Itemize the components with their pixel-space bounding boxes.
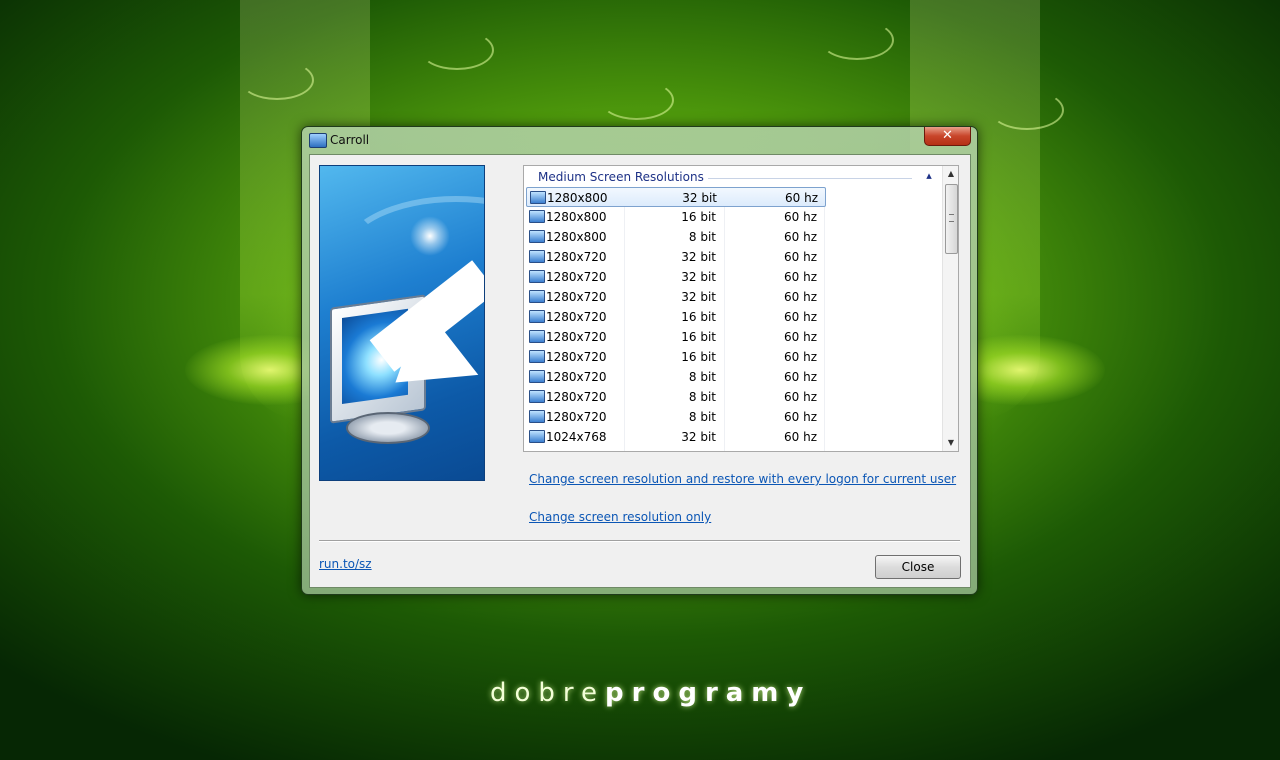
resolution-row[interactable]: 1280x720 16 bit 60 hz xyxy=(526,347,824,367)
resolution-row[interactable]: 1280x720 16 bit 60 hz xyxy=(526,327,824,347)
resolution-list[interactable]: Medium Screen Resolutions ▴ 1280x800 32 b… xyxy=(523,165,959,452)
resolution-value: 1280x720 xyxy=(546,290,607,304)
resolution-row[interactable]: 1280x800 32 bit 60 hz xyxy=(526,187,826,207)
group-header-line xyxy=(684,178,912,179)
color-depth-value: 16 bit xyxy=(681,210,716,224)
resolution-value: 1280x720 xyxy=(546,350,607,364)
window-close-button[interactable]: ✕ xyxy=(924,127,971,146)
resolution-row[interactable]: 1280x720 32 bit 60 hz xyxy=(526,287,824,307)
brand-logo-text: dobreprogramy xyxy=(490,678,803,712)
refresh-rate-value: 60 hz xyxy=(784,410,817,424)
refresh-rate-value: 60 hz xyxy=(784,250,817,264)
resolution-row[interactable]: 1280x720 8 bit 60 hz xyxy=(526,367,824,387)
resolution-row[interactable]: 1280x720 16 bit 60 hz xyxy=(526,307,824,327)
color-depth-value: 32 bit xyxy=(681,250,716,264)
color-depth-value: 32 bit xyxy=(681,290,716,304)
change-and-restore-link[interactable]: Change screen resolution and restore wit… xyxy=(529,472,956,486)
monitor-icon xyxy=(529,410,545,423)
refresh-rate-value: 60 hz xyxy=(784,210,817,224)
decor-swirl xyxy=(240,60,314,100)
refresh-rate-value: 60 hz xyxy=(784,290,817,304)
window-title: Carroll xyxy=(330,133,370,147)
decor-swirl xyxy=(990,90,1064,130)
resolution-value: 1280x720 xyxy=(546,310,607,324)
refresh-rate-value: 60 hz xyxy=(784,430,817,444)
monitor-icon xyxy=(529,290,545,303)
color-depth-value: 8 bit xyxy=(688,230,716,244)
resolution-value: 1280x720 xyxy=(546,410,607,424)
decor-swirl xyxy=(420,30,494,70)
refresh-rate-value: 60 hz xyxy=(784,330,817,344)
monitor-icon xyxy=(529,390,545,403)
refresh-rate-value: 60 hz xyxy=(784,350,817,364)
color-depth-value: 32 bit xyxy=(681,270,716,284)
resolution-row[interactable]: 1280x800 8 bit 60 hz xyxy=(526,227,824,247)
resolution-row[interactable]: 1280x720 8 bit 60 hz xyxy=(526,407,824,427)
refresh-rate-value: 60 hz xyxy=(785,191,818,205)
window-client-area: Medium Screen Resolutions ▴ 1280x800 32 b… xyxy=(309,154,971,588)
monitor-icon xyxy=(529,210,545,223)
website-link[interactable]: run.to/sz xyxy=(319,557,372,571)
monitor-icon xyxy=(529,270,545,283)
title-bar[interactable]: Carroll ✕ xyxy=(302,127,977,153)
resolution-row[interactable]: 1280x720 8 bit 60 hz xyxy=(526,387,824,407)
group-header[interactable]: Medium Screen Resolutions ▴ xyxy=(532,168,940,186)
monitor-icon xyxy=(529,350,545,363)
brand-light: dobre xyxy=(490,678,606,708)
resolution-value: 1280x800 xyxy=(546,210,607,224)
refresh-rate-value: 60 hz xyxy=(784,310,817,324)
scroll-down-arrow-icon[interactable]: ▼ xyxy=(943,435,958,451)
color-depth-value: 16 bit xyxy=(681,350,716,364)
resolution-value: 1280x720 xyxy=(546,330,607,344)
color-depth-value: 8 bit xyxy=(688,410,716,424)
monitor-icon xyxy=(529,330,545,343)
thumb-grip-icon xyxy=(949,214,954,222)
change-only-link[interactable]: Change screen resolution only xyxy=(529,510,711,524)
resolution-value: 1280x720 xyxy=(546,270,607,284)
decor-swirl xyxy=(600,80,674,120)
monitor-icon xyxy=(529,250,545,263)
app-window: Carroll ✕ Medium Screen Resolutions ▴ 12… xyxy=(301,126,978,595)
resolution-value: 1280x800 xyxy=(547,191,608,205)
resolution-value: 1280x720 xyxy=(546,370,607,384)
resolution-row[interactable]: 1024x768 32 bit 60 hz xyxy=(526,427,824,447)
footer-separator xyxy=(319,540,960,542)
scroll-thumb[interactable] xyxy=(945,184,958,254)
monitor-icon xyxy=(529,310,545,323)
color-depth-value: 8 bit xyxy=(688,390,716,404)
resolution-rows: 1280x800 32 bit 60 hz 1280x800 16 bit 60 hz 12… xyxy=(524,187,942,447)
color-depth-value: 32 bit xyxy=(681,430,716,444)
decor-swirl xyxy=(820,20,894,60)
close-button[interactable]: Close xyxy=(875,555,961,579)
scroll-up-arrow-icon[interactable]: ▲ xyxy=(943,166,958,182)
color-depth-value: 16 bit xyxy=(681,310,716,324)
refresh-rate-value: 60 hz xyxy=(784,270,817,284)
resolution-row[interactable]: 1280x720 32 bit 60 hz xyxy=(526,267,824,287)
brand-bold: programy xyxy=(605,678,812,708)
monitor-icon xyxy=(529,430,545,443)
color-depth-value: 8 bit xyxy=(688,370,716,384)
refresh-rate-value: 60 hz xyxy=(784,230,817,244)
monitor-icon xyxy=(530,191,546,204)
color-depth-value: 16 bit xyxy=(681,330,716,344)
resolution-value: 1280x720 xyxy=(546,390,607,404)
refresh-rate-value: 60 hz xyxy=(784,390,817,404)
resolution-row[interactable]: 1280x800 16 bit 60 hz xyxy=(526,207,824,227)
resolution-value: 1280x720 xyxy=(546,250,607,264)
resolution-value: 1024x768 xyxy=(546,430,607,444)
resolution-value: 1280x800 xyxy=(546,230,607,244)
group-header-label: Medium Screen Resolutions xyxy=(538,170,708,184)
monitor-icon xyxy=(529,230,545,243)
refresh-rate-value: 60 hz xyxy=(784,370,817,384)
monitor-icon xyxy=(309,133,327,148)
resolution-row[interactable]: 1280x720 32 bit 60 hz xyxy=(526,247,824,267)
vertical-scrollbar[interactable]: ▲ ▼ xyxy=(942,166,958,451)
banner-sparkle xyxy=(410,216,450,256)
color-depth-value: 32 bit xyxy=(682,191,717,205)
banner-monitor-stand xyxy=(346,412,430,444)
monitor-icon xyxy=(529,370,545,383)
app-banner-image xyxy=(319,165,485,481)
collapse-chevron-icon[interactable]: ▴ xyxy=(922,169,936,183)
